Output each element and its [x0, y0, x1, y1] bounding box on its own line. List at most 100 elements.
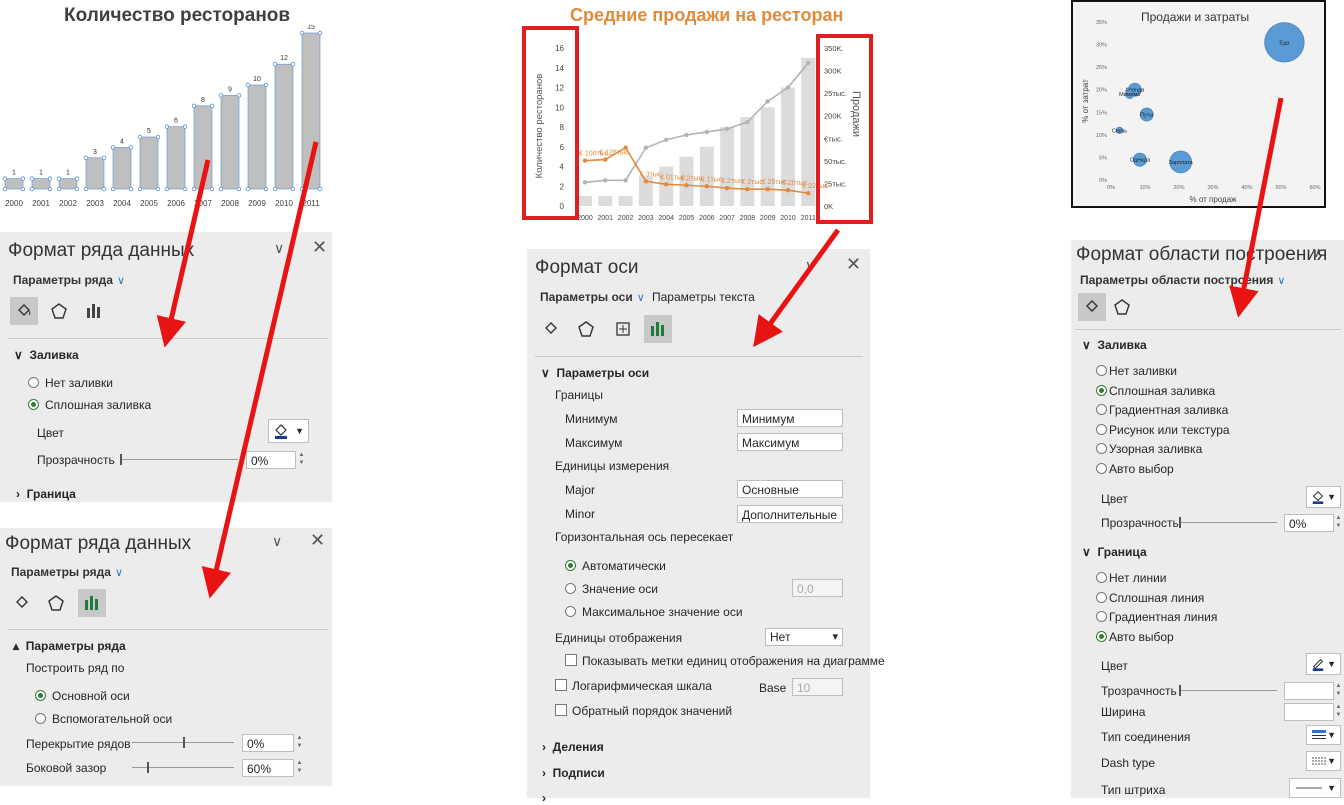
border-section-toggle[interactable]: › Граница	[16, 487, 76, 501]
width-input[interactable]	[1284, 703, 1334, 721]
fill-section-toggle[interactable]: ∨ Заливка	[1082, 338, 1147, 352]
fill-line-icon[interactable]	[10, 297, 38, 325]
chart-restaurant-count[interactable]: 1 2000 1 2001 1 2002 3 2003 4 2004 5 2005 6 2006 8 2007…	[0, 25, 330, 215]
auto-radio[interactable]	[565, 560, 576, 571]
chevron-down-icon[interactable]: ∨	[805, 257, 815, 274]
x-tick-label: 2011	[801, 215, 816, 222]
border-transparency-input[interactable]	[1284, 682, 1334, 700]
border-option-radio[interactable]	[1096, 611, 1107, 623]
gap-slider[interactable]	[132, 762, 234, 773]
series-options-section-toggle[interactable]: ▴ Параметры ряда	[13, 639, 126, 653]
overlap-slider[interactable]	[132, 737, 234, 748]
bar	[740, 117, 755, 206]
maximum-input[interactable]: Максимум	[737, 433, 843, 451]
primary-axis-radio[interactable]	[35, 690, 46, 701]
base-input[interactable]: 10	[792, 678, 843, 696]
series-point	[582, 158, 588, 163]
tab-axis-options[interactable]: Параметры оси ∨	[540, 290, 645, 304]
reverse-order-checkbox[interactable]	[555, 704, 567, 716]
axis-options-section-toggle[interactable]: ∨ Параметры оси	[541, 366, 649, 380]
fill-color-picker[interactable]: ▼	[1306, 486, 1341, 508]
series-options-icon[interactable]	[80, 297, 108, 325]
tick-marks-section-toggle[interactable]: › Деления	[542, 740, 604, 754]
cap-type-select[interactable]: ▼	[1289, 778, 1341, 798]
fill-transparency-slider[interactable]	[1179, 517, 1277, 528]
chevron-down-icon[interactable]: ∨	[1311, 244, 1321, 261]
tab-text-options[interactable]: Параметры текста	[652, 290, 755, 304]
axis-options-icon[interactable]	[644, 315, 672, 343]
fill-section-toggle[interactable]: ∨ Заливка	[14, 348, 79, 362]
selection-handle	[29, 176, 35, 181]
log-scale-checkbox[interactable]	[555, 679, 567, 691]
fill-option-radio[interactable]	[1096, 365, 1107, 376]
y-tick-label: 10	[555, 103, 564, 112]
border-option-radio[interactable]	[1096, 591, 1107, 603]
fill-option-radio[interactable]	[1096, 384, 1107, 396]
gap-spinner[interactable]: ▲ ▼	[295, 759, 304, 777]
no-fill-radio[interactable]	[28, 377, 39, 388]
chevron-down-icon[interactable]: ∨	[274, 240, 284, 257]
fill-option-radio[interactable]	[1096, 423, 1107, 435]
series-options-dropdown[interactable]: Параметры ряда ∨	[13, 273, 125, 287]
selection-handle	[110, 186, 116, 192]
more-section-toggle[interactable]: ›	[542, 791, 546, 805]
effects-icon[interactable]	[45, 297, 73, 325]
border-section-toggle[interactable]: ∨ Граница	[1082, 545, 1147, 559]
close-icon[interactable]: ✕	[846, 254, 861, 275]
size-properties-icon[interactable]	[609, 315, 637, 343]
axis-value-radio[interactable]	[565, 583, 576, 594]
close-icon[interactable]: ✕	[310, 530, 325, 551]
fill-line-icon[interactable]	[1078, 293, 1106, 321]
solid-fill-radio[interactable]	[28, 399, 39, 410]
overlap-input[interactable]: 0%	[242, 734, 294, 752]
fill-option-radio[interactable]	[1096, 443, 1107, 455]
x-tick-label: 2009	[760, 215, 776, 222]
fill-line-icon[interactable]	[8, 589, 36, 617]
selection-handle	[47, 176, 53, 181]
minimum-input[interactable]: Минимум	[737, 409, 843, 427]
point-label: Путы	[1140, 113, 1153, 119]
border-option-radio[interactable]	[1096, 630, 1107, 642]
axis-value-input[interactable]: 0,0	[792, 579, 843, 597]
effects-icon[interactable]	[42, 589, 70, 617]
transparency-input[interactable]: 0%	[246, 451, 296, 469]
fill-option-radio[interactable]	[1096, 404, 1107, 416]
chart-avg-sales[interactable]: 02468101214160K25тыс.50тыс.€тыс.200K25ты…	[520, 26, 876, 224]
point-label: Зарплата	[1169, 160, 1194, 166]
y-tick-label: 4	[560, 163, 565, 172]
border-color-picker[interactable]: ▼	[1306, 653, 1341, 675]
border-transparency-slider[interactable]	[1179, 685, 1277, 696]
fill-color-picker[interactable]: ▼	[268, 419, 309, 443]
show-units-checkbox[interactable]	[565, 654, 577, 666]
labels-section-toggle[interactable]: › Подписи	[542, 766, 605, 780]
minor-input[interactable]: Дополнительные	[737, 505, 843, 523]
fill-transparency-input[interactable]: 0%	[1284, 514, 1334, 532]
max-axis-value-radio[interactable]	[565, 606, 576, 617]
dash-type-select[interactable]: ▼	[1306, 751, 1341, 771]
fill-option-radio[interactable]	[1096, 463, 1107, 474]
series-point	[603, 157, 608, 162]
fill-line-icon[interactable]	[537, 315, 565, 343]
effects-icon[interactable]	[572, 315, 600, 343]
y2-tick-label: 50тыс.	[824, 157, 847, 166]
plot-area-options-dropdown[interactable]: Параметры области построения ∨	[1080, 273, 1285, 287]
effects-icon[interactable]	[1108, 293, 1136, 321]
border-option-radio[interactable]	[1096, 572, 1107, 583]
close-icon[interactable]: ✕	[312, 237, 327, 258]
series-options-dropdown[interactable]: Параметры ряда ∨	[11, 565, 123, 579]
width-spinner[interactable]: ▲ ▼	[1334, 703, 1343, 721]
gap-input[interactable]: 60%	[242, 759, 294, 777]
major-input[interactable]: Основные	[737, 480, 843, 498]
log-scale-label: Логарифмическая шкала	[572, 679, 712, 693]
chevron-down-icon[interactable]: ∨	[272, 533, 282, 550]
display-units-select[interactable]: Нет	[765, 628, 843, 646]
transparency-spinner[interactable]: ▲ ▼	[297, 451, 306, 469]
chart-sales-costs-frame[interactable]: Продажи и затраты 0% 10% 20% 30% 40% 50% 60% 0%…	[1071, 0, 1326, 208]
join-type-select[interactable]: ▼	[1306, 725, 1341, 745]
secondary-axis-radio[interactable]	[35, 713, 46, 724]
transparency-slider[interactable]	[120, 454, 238, 465]
border-transparency-spinner[interactable]: ▲ ▼	[1334, 682, 1343, 700]
fill-transparency-spinner[interactable]: ▲ ▼	[1334, 514, 1343, 532]
overlap-spinner[interactable]: ▲ ▼	[295, 734, 304, 752]
series-options-icon[interactable]	[78, 589, 106, 617]
